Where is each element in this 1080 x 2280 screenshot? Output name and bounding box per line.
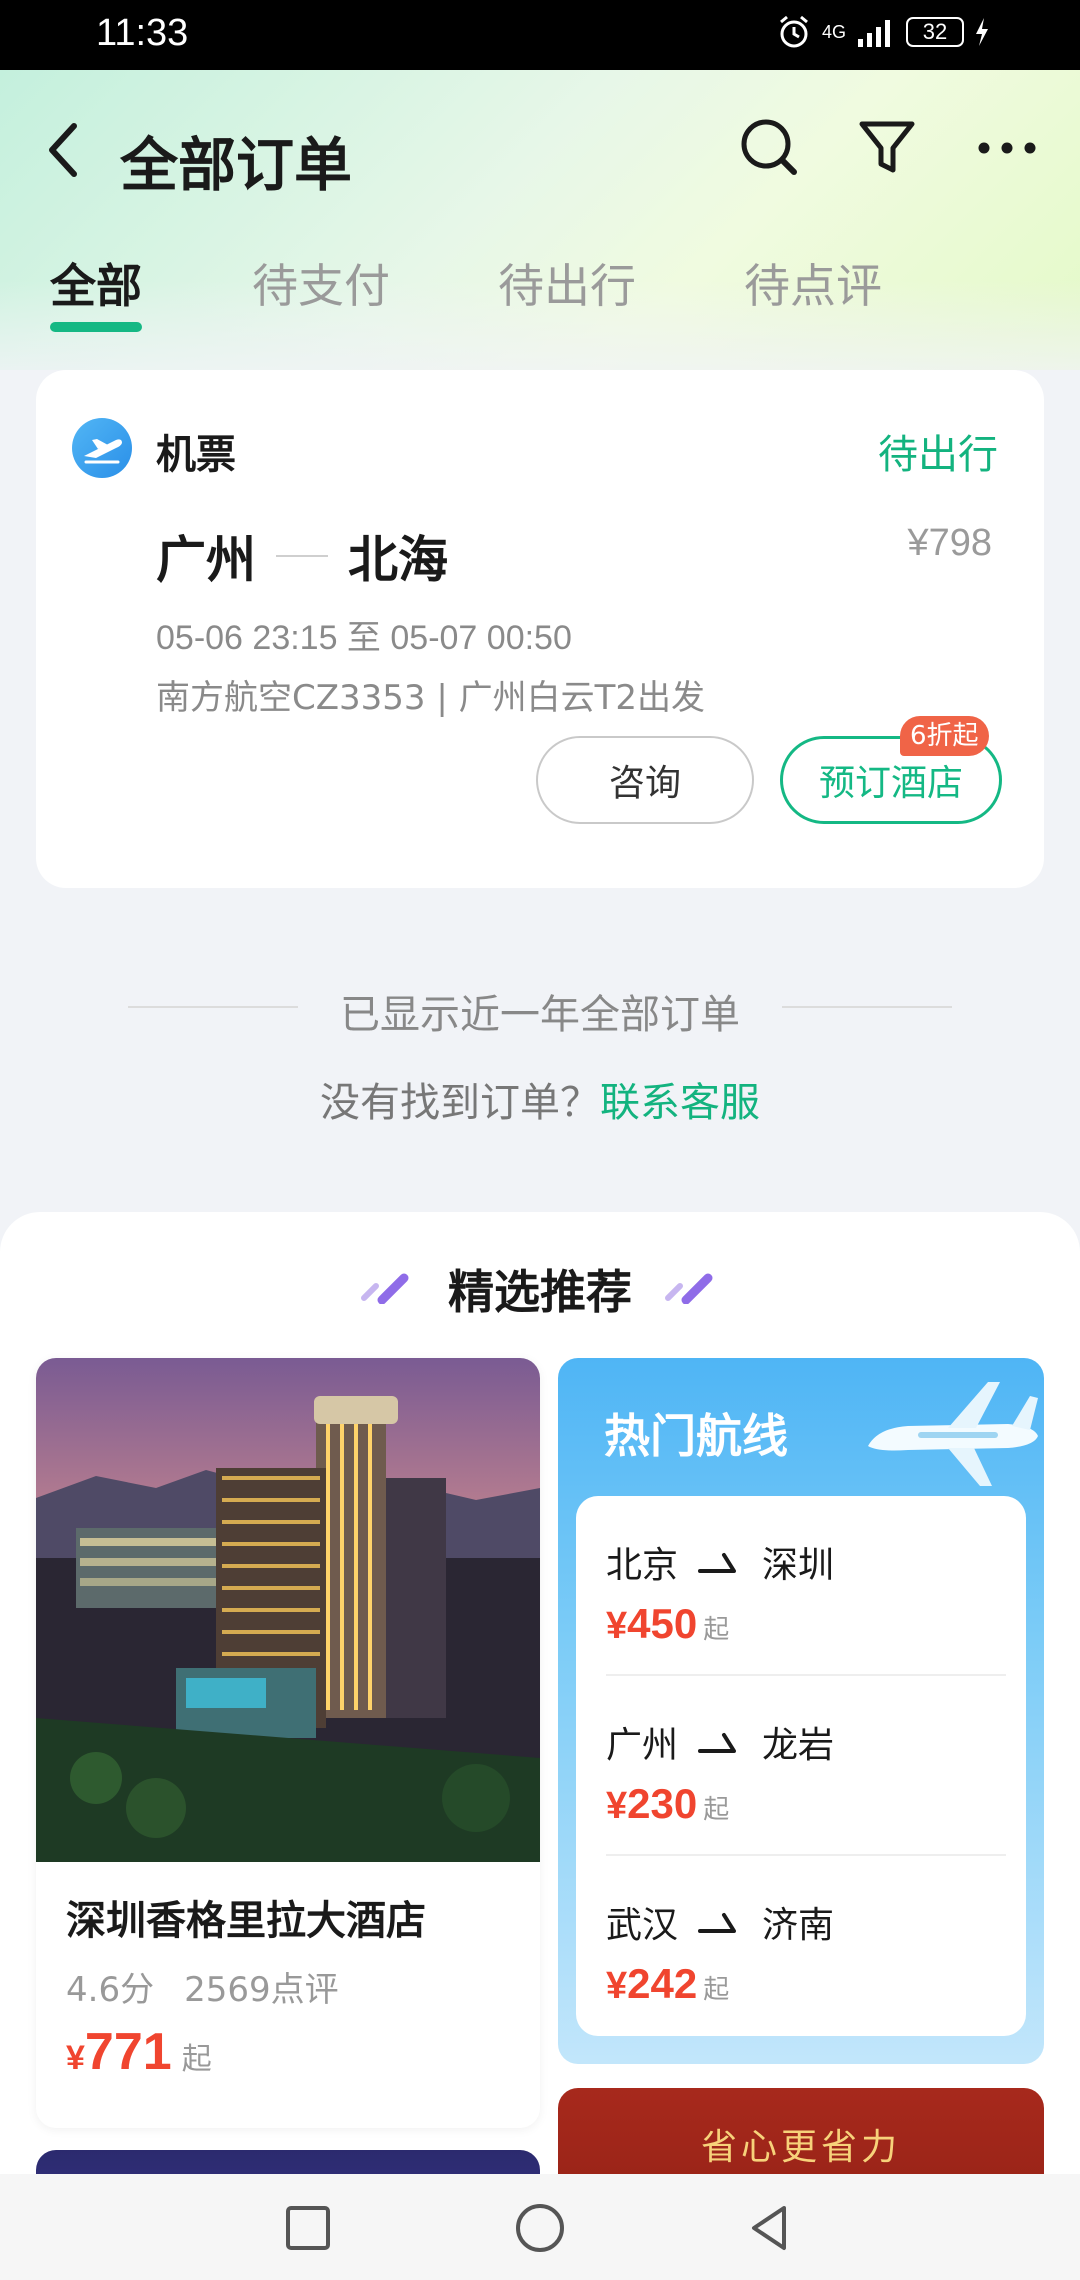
status-bar: 11:33 4G 32 (0, 0, 1080, 70)
consult-button[interactable]: 咨询 (536, 736, 754, 824)
alarm-icon (780, 15, 808, 48)
route-from-city: 广州 (156, 531, 256, 589)
order-time: 05-06 23:15 至 05-07 00:50 (156, 619, 572, 657)
hot-route-price-suffix: 起 (703, 1795, 730, 1825)
hot-routes-card[interactable]: 热门航线 北京 深圳 ¥450 起 广州 龙岩 ¥230 起 武汉 济南 ¥24… (558, 1358, 1044, 2064)
order-price: ¥798 (907, 522, 992, 564)
status-time: 11:33 (96, 12, 189, 54)
route-arrow-icon (698, 1913, 737, 1933)
more-icon[interactable] (972, 112, 1042, 182)
hot-route-to: 龙岩 (762, 1725, 835, 1766)
hotel-price-from: 起 (181, 2042, 212, 2077)
route-arrow-icon (698, 1733, 737, 1753)
hot-route-price: ¥242 起 (606, 1960, 729, 2008)
charging-icon (976, 18, 988, 46)
hot-route-item[interactable]: 武汉 济南 ¥242 起 (606, 1856, 1006, 2036)
route-to-city: 北海 (348, 531, 448, 589)
hot-route-item[interactable]: 广州 龙岩 ¥230 起 (606, 1676, 1006, 1856)
discount-badge: 6折起 (900, 716, 989, 756)
order-card[interactable]: 机票 待出行 广州 北海 ¥798 05-06 23:15 至 05-07 00… (36, 370, 1044, 888)
hot-route-from: 北京 (606, 1545, 679, 1586)
order-status: 待出行 (878, 432, 998, 478)
promo-text: 省心更省力 (700, 2127, 901, 2168)
hot-route-price-value: 230 (627, 1780, 698, 1827)
status-icons: 4G 32 (776, 14, 990, 50)
order-route: 广州 北海 (156, 520, 448, 592)
hot-route-price-value: 242 (627, 1960, 698, 2007)
hot-route-price-suffix: 起 (703, 1615, 730, 1645)
battery-indicator: 32 (906, 17, 964, 47)
shown-orders-note: 已显示近一年全部订单 (340, 992, 740, 1038)
hot-route-from: 广州 (606, 1725, 679, 1766)
route-arrow-icon (276, 555, 328, 557)
hotel-meta: 4.6分 2569点评 (66, 1962, 339, 2011)
hotel-price: ¥771 起 (66, 2022, 212, 2082)
hotel-reviews: 2569点评 (184, 1970, 339, 2010)
hot-route-to: 深圳 (762, 1545, 835, 1586)
hotel-name: 深圳香格里拉大酒店 (66, 1898, 426, 1944)
tab-all[interactable]: 全部 (50, 250, 142, 316)
tab-pending-review[interactable]: 待点评 (744, 250, 882, 316)
system-nav-bar (0, 2174, 1080, 2280)
page-title: 全部订单 (120, 131, 353, 199)
hotel-score: 4.6分 (66, 1970, 155, 2010)
hot-route-from: 武汉 (606, 1905, 679, 1946)
hotel-price-currency: ¥ (66, 2039, 85, 2077)
hotel-card[interactable]: 深圳香格里拉大酒店 4.6分 2569点评 ¥771 起 (36, 1358, 540, 2128)
tab-pending-payment[interactable]: 待支付 (252, 250, 390, 316)
search-icon[interactable] (734, 112, 804, 182)
hotel-price-value: 771 (84, 2023, 172, 2081)
tab-pending-travel[interactable]: 待出行 (498, 250, 636, 316)
home-icon[interactable] (514, 2202, 566, 2254)
hot-routes-list: 北京 深圳 ¥450 起 广州 龙岩 ¥230 起 武汉 济南 ¥242 起 (576, 1496, 1026, 2036)
not-found-text: 没有找到订单？ (320, 1080, 600, 1126)
hotel-photo (36, 1358, 540, 1862)
filter-icon[interactable] (852, 112, 922, 182)
hot-route-item[interactable]: 北京 深圳 ¥450 起 (606, 1496, 1006, 1676)
hot-route-currency: ¥ (606, 1785, 628, 1827)
chevron-left-icon[interactable] (40, 118, 90, 182)
hot-route-price: ¥230 起 (606, 1780, 729, 1828)
airplane-icon (868, 1382, 1038, 1486)
route-arrow-icon (698, 1553, 737, 1573)
top-nav: 全部订单 (0, 90, 1080, 210)
not-found-row: 没有找到订单？联系客服 (0, 1070, 1080, 1128)
signal-icon (858, 20, 890, 47)
hot-route-cities: 武汉 济南 (606, 1896, 834, 1948)
hot-route-cities: 广州 龙岩 (606, 1716, 834, 1768)
hot-route-cities: 北京 深圳 (606, 1536, 834, 1588)
hot-route-price: ¥450 起 (606, 1600, 729, 1648)
order-flight-info: 南方航空CZ3353 | 广州白云T2出发 (156, 678, 706, 718)
network-type: 4G (821, 22, 846, 42)
tab-active-indicator (50, 322, 142, 332)
hot-route-currency: ¥ (606, 1965, 628, 2007)
hot-route-currency: ¥ (606, 1605, 628, 1647)
recent-apps-icon[interactable] (282, 2202, 334, 2254)
plane-icon (72, 418, 132, 478)
order-tabs: 全部 待支付 待出行 待点评 (0, 250, 1080, 340)
hot-routes-title: 热门航线 (604, 1409, 788, 1463)
hot-route-to: 济南 (762, 1905, 835, 1946)
order-type-label: 机票 (156, 432, 236, 478)
recommend-title: 精选推荐 (448, 1265, 632, 1319)
hot-route-price-value: 450 (627, 1600, 698, 1647)
back-icon[interactable] (744, 2202, 796, 2254)
hot-route-price-suffix: 起 (703, 1975, 730, 2005)
contact-service-link[interactable]: 联系客服 (600, 1080, 760, 1126)
